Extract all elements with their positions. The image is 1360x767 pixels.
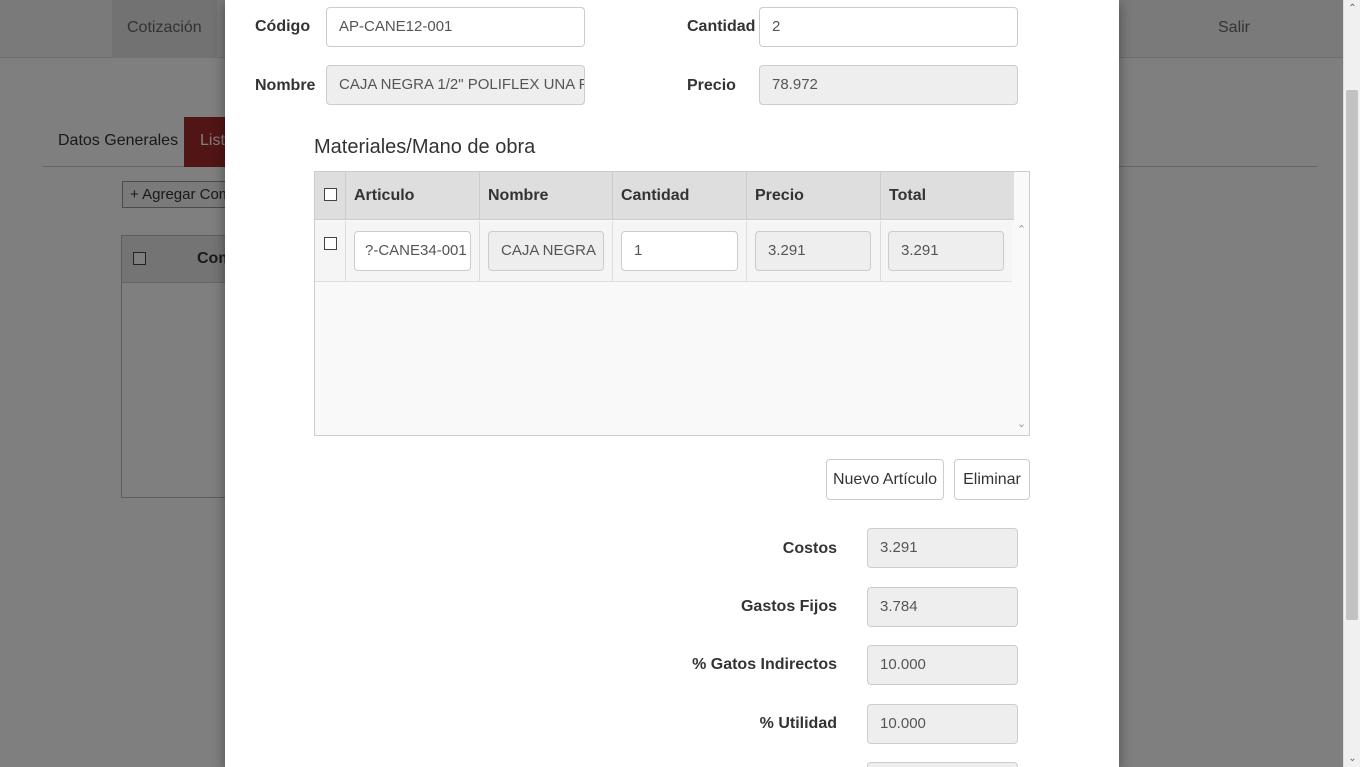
materials-grid-header: Articulo Nombre Cantidad Precio Total — [315, 172, 1014, 220]
nombre-cell: CAJA NEGRA — [480, 221, 613, 282]
row-checkbox[interactable] — [324, 237, 337, 250]
precio-input[interactable]: 78.972 — [759, 65, 1018, 105]
column-total[interactable]: Total — [881, 172, 1014, 220]
next-summary-input[interactable] — [867, 762, 1018, 767]
cantidad-label: Cantidad — [687, 18, 756, 35]
gastos-fijos-label: Gastos Fijos — [740, 598, 837, 615]
table-row: ?-CANE34-001 CAJA NEGRA 1 3.291 3.291 — [315, 221, 1012, 282]
column-articulo[interactable]: Articulo — [346, 172, 480, 220]
eliminar-button[interactable]: Eliminar — [954, 459, 1030, 500]
codigo-label: Código — [255, 18, 311, 35]
nuevo-articulo-button[interactable]: Nuevo Artículo — [826, 459, 944, 500]
row-precio-input[interactable]: 3.291 — [755, 231, 871, 271]
row-nombre-input[interactable]: CAJA NEGRA — [488, 231, 604, 271]
column-precio[interactable]: Precio — [747, 172, 881, 220]
header-checkbox-cell — [315, 172, 346, 220]
select-all-materials-checkbox[interactable] — [324, 188, 337, 201]
gastos-indirectos-input[interactable]: 10.000 — [867, 645, 1018, 685]
article-modal: Código AP-CANE12-001 Cantidad 2 Nombre C… — [225, 0, 1119, 767]
scroll-up-icon[interactable]: ⌃ — [1344, 0, 1360, 17]
scrollbar-thumb[interactable] — [1346, 90, 1358, 620]
scroll-down-icon[interactable]: ⌄ — [1344, 750, 1360, 767]
costos-label: Costos — [782, 540, 837, 557]
gastos-indirectos-label: % Gatos Indirectos — [692, 656, 837, 673]
nombre-label: Nombre — [255, 77, 316, 94]
costos-input[interactable]: 3.291 — [867, 528, 1018, 568]
gastos-fijos-input[interactable]: 3.784 — [867, 587, 1018, 627]
articulo-cell: ?-CANE34-001 — [346, 221, 480, 282]
precio-label: Precio — [687, 77, 736, 94]
grid-scroll-down-icon[interactable]: ⌄ — [1014, 417, 1029, 432]
row-checkbox-cell — [315, 221, 346, 282]
row-cantidad-input[interactable]: 1 — [621, 231, 738, 271]
codigo-input[interactable]: AP-CANE12-001 — [326, 7, 585, 47]
materials-grid: Articulo Nombre Cantidad Precio Total ?-… — [314, 171, 1030, 436]
cantidad-cell: 1 — [613, 221, 747, 282]
materials-section-title: Materiales/Mano de obra — [314, 136, 536, 158]
column-cantidad[interactable]: Cantidad — [613, 172, 747, 220]
row-total-input[interactable]: 3.291 — [888, 231, 1004, 271]
utilidad-label: % Utilidad — [759, 715, 837, 732]
grid-scroll-up-icon[interactable]: ⌃ — [1014, 223, 1029, 238]
nombre-input[interactable]: CAJA NEGRA 1/2" POLIFLEX UNA PII — [326, 65, 585, 105]
precio-cell: 3.291 — [747, 221, 881, 282]
cantidad-input[interactable]: 2 — [759, 7, 1018, 47]
grid-scrollbar[interactable]: ⌃ ⌄ — [1014, 221, 1029, 435]
column-nombre[interactable]: Nombre — [480, 172, 613, 220]
utilidad-input[interactable]: 10.000 — [867, 704, 1018, 744]
articulo-input[interactable]: ?-CANE34-001 — [354, 231, 471, 271]
total-cell: 3.291 — [881, 221, 1012, 282]
page-scrollbar[interactable]: ⌃ ⌄ — [1343, 0, 1360, 767]
